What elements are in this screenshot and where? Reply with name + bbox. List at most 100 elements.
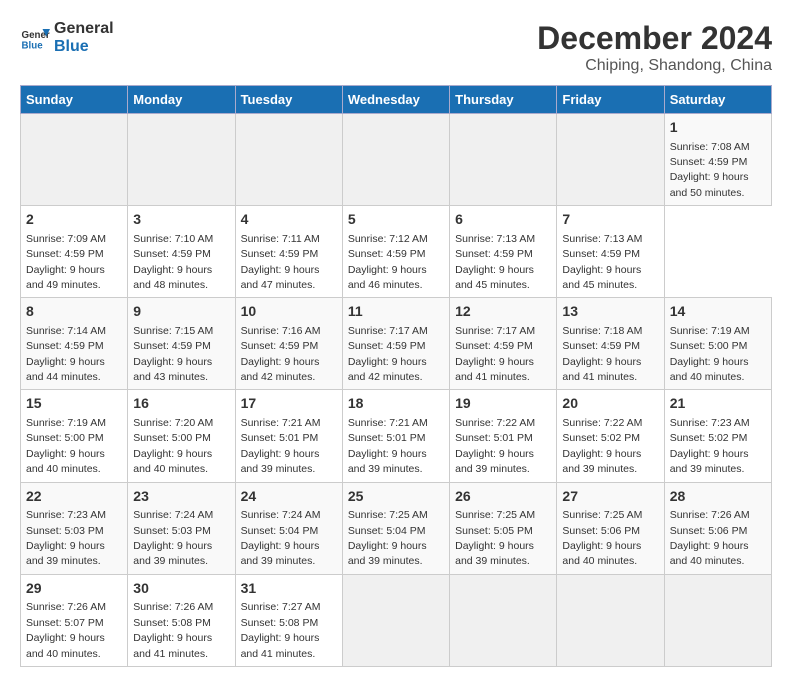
calendar-cell: 13 Sunrise: 7:18 AM Sunset: 4:59 PM Dayl… xyxy=(557,298,664,390)
calendar-week-row: 1 Sunrise: 7:08 AM Sunset: 4:59 PM Dayli… xyxy=(21,114,772,206)
calendar-cell xyxy=(128,114,235,206)
day-info: Sunrise: 7:12 AM Sunset: 4:59 PM Dayligh… xyxy=(348,233,428,291)
logo: General Blue General Blue xyxy=(20,20,114,56)
calendar-cell xyxy=(450,574,557,666)
day-info: Sunrise: 7:14 AM Sunset: 4:59 PM Dayligh… xyxy=(26,325,106,383)
calendar-week-row: 22 Sunrise: 7:23 AM Sunset: 5:03 PM Dayl… xyxy=(21,482,772,574)
day-number: 12 xyxy=(455,302,551,322)
day-number: 17 xyxy=(241,394,337,414)
day-number: 23 xyxy=(133,487,229,507)
day-info: Sunrise: 7:08 AM Sunset: 4:59 PM Dayligh… xyxy=(670,141,750,199)
calendar-cell: 25 Sunrise: 7:25 AM Sunset: 5:04 PM Dayl… xyxy=(342,482,449,574)
day-number: 31 xyxy=(241,579,337,599)
day-info: Sunrise: 7:19 AM Sunset: 5:00 PM Dayligh… xyxy=(26,417,106,475)
day-number: 1 xyxy=(670,118,766,138)
calendar-cell: 7 Sunrise: 7:13 AM Sunset: 4:59 PM Dayli… xyxy=(557,206,664,298)
day-number: 7 xyxy=(562,210,658,230)
calendar-week-row: 29 Sunrise: 7:26 AM Sunset: 5:07 PM Dayl… xyxy=(21,574,772,666)
location-title: Chiping, Shandong, China xyxy=(537,57,772,75)
calendar-cell: 19 Sunrise: 7:22 AM Sunset: 5:01 PM Dayl… xyxy=(450,390,557,482)
day-number: 4 xyxy=(241,210,337,230)
day-number: 20 xyxy=(562,394,658,414)
header-day-thursday: Thursday xyxy=(450,86,557,114)
day-info: Sunrise: 7:26 AM Sunset: 5:08 PM Dayligh… xyxy=(133,601,213,659)
day-number: 11 xyxy=(348,302,444,322)
calendar-cell: 14 Sunrise: 7:19 AM Sunset: 5:00 PM Dayl… xyxy=(664,298,771,390)
day-info: Sunrise: 7:25 AM Sunset: 5:04 PM Dayligh… xyxy=(348,509,428,567)
day-number: 18 xyxy=(348,394,444,414)
calendar-cell: 16 Sunrise: 7:20 AM Sunset: 5:00 PM Dayl… xyxy=(128,390,235,482)
day-info: Sunrise: 7:21 AM Sunset: 5:01 PM Dayligh… xyxy=(348,417,428,475)
calendar-cell: 22 Sunrise: 7:23 AM Sunset: 5:03 PM Dayl… xyxy=(21,482,128,574)
day-info: Sunrise: 7:22 AM Sunset: 5:02 PM Dayligh… xyxy=(562,417,642,475)
calendar-cell: 31 Sunrise: 7:27 AM Sunset: 5:08 PM Dayl… xyxy=(235,574,342,666)
day-number: 8 xyxy=(26,302,122,322)
calendar-cell: 2 Sunrise: 7:09 AM Sunset: 4:59 PM Dayli… xyxy=(21,206,128,298)
calendar-cell: 23 Sunrise: 7:24 AM Sunset: 5:03 PM Dayl… xyxy=(128,482,235,574)
day-info: Sunrise: 7:11 AM Sunset: 4:59 PM Dayligh… xyxy=(241,233,320,291)
calendar-cell xyxy=(557,574,664,666)
calendar-cell xyxy=(342,114,449,206)
calendar-cell: 29 Sunrise: 7:26 AM Sunset: 5:07 PM Dayl… xyxy=(21,574,128,666)
day-number: 2 xyxy=(26,210,122,230)
calendar-cell xyxy=(450,114,557,206)
day-info: Sunrise: 7:16 AM Sunset: 4:59 PM Dayligh… xyxy=(241,325,321,383)
day-info: Sunrise: 7:19 AM Sunset: 5:00 PM Dayligh… xyxy=(670,325,750,383)
day-number: 19 xyxy=(455,394,551,414)
calendar-cell: 4 Sunrise: 7:11 AM Sunset: 4:59 PM Dayli… xyxy=(235,206,342,298)
calendar-cell: 3 Sunrise: 7:10 AM Sunset: 4:59 PM Dayli… xyxy=(128,206,235,298)
day-info: Sunrise: 7:26 AM Sunset: 5:06 PM Dayligh… xyxy=(670,509,750,567)
day-info: Sunrise: 7:24 AM Sunset: 5:03 PM Dayligh… xyxy=(133,509,213,567)
day-number: 14 xyxy=(670,302,766,322)
calendar-week-row: 15 Sunrise: 7:19 AM Sunset: 5:00 PM Dayl… xyxy=(21,390,772,482)
header-day-friday: Friday xyxy=(557,86,664,114)
day-info: Sunrise: 7:25 AM Sunset: 5:05 PM Dayligh… xyxy=(455,509,535,567)
day-info: Sunrise: 7:24 AM Sunset: 5:04 PM Dayligh… xyxy=(241,509,321,567)
day-info: Sunrise: 7:26 AM Sunset: 5:07 PM Dayligh… xyxy=(26,601,106,659)
calendar-cell: 6 Sunrise: 7:13 AM Sunset: 4:59 PM Dayli… xyxy=(450,206,557,298)
day-number: 21 xyxy=(670,394,766,414)
calendar-cell: 11 Sunrise: 7:17 AM Sunset: 4:59 PM Dayl… xyxy=(342,298,449,390)
calendar-cell: 15 Sunrise: 7:19 AM Sunset: 5:00 PM Dayl… xyxy=(21,390,128,482)
day-info: Sunrise: 7:22 AM Sunset: 5:01 PM Dayligh… xyxy=(455,417,535,475)
svg-text:Blue: Blue xyxy=(22,41,44,52)
day-number: 22 xyxy=(26,487,122,507)
day-info: Sunrise: 7:17 AM Sunset: 4:59 PM Dayligh… xyxy=(455,325,535,383)
header: General Blue General Blue December 2024 … xyxy=(20,20,772,75)
day-number: 5 xyxy=(348,210,444,230)
day-number: 30 xyxy=(133,579,229,599)
day-number: 27 xyxy=(562,487,658,507)
calendar-cell: 5 Sunrise: 7:12 AM Sunset: 4:59 PM Dayli… xyxy=(342,206,449,298)
day-info: Sunrise: 7:20 AM Sunset: 5:00 PM Dayligh… xyxy=(133,417,213,475)
calendar-cell: 27 Sunrise: 7:25 AM Sunset: 5:06 PM Dayl… xyxy=(557,482,664,574)
day-number: 6 xyxy=(455,210,551,230)
day-info: Sunrise: 7:13 AM Sunset: 4:59 PM Dayligh… xyxy=(562,233,642,291)
day-number: 16 xyxy=(133,394,229,414)
calendar-cell: 17 Sunrise: 7:21 AM Sunset: 5:01 PM Dayl… xyxy=(235,390,342,482)
day-number: 13 xyxy=(562,302,658,322)
day-info: Sunrise: 7:10 AM Sunset: 4:59 PM Dayligh… xyxy=(133,233,213,291)
logo-icon: General Blue xyxy=(20,23,50,53)
header-day-monday: Monday xyxy=(128,86,235,114)
calendar-table: SundayMondayTuesdayWednesdayThursdayFrid… xyxy=(20,85,772,667)
day-number: 25 xyxy=(348,487,444,507)
calendar-cell xyxy=(21,114,128,206)
day-info: Sunrise: 7:23 AM Sunset: 5:02 PM Dayligh… xyxy=(670,417,750,475)
calendar-cell: 8 Sunrise: 7:14 AM Sunset: 4:59 PM Dayli… xyxy=(21,298,128,390)
day-number: 26 xyxy=(455,487,551,507)
calendar-cell: 21 Sunrise: 7:23 AM Sunset: 5:02 PM Dayl… xyxy=(664,390,771,482)
logo-text-line2: Blue xyxy=(54,38,114,56)
day-info: Sunrise: 7:17 AM Sunset: 4:59 PM Dayligh… xyxy=(348,325,428,383)
day-info: Sunrise: 7:09 AM Sunset: 4:59 PM Dayligh… xyxy=(26,233,106,291)
calendar-cell: 1 Sunrise: 7:08 AM Sunset: 4:59 PM Dayli… xyxy=(664,114,771,206)
calendar-cell: 10 Sunrise: 7:16 AM Sunset: 4:59 PM Dayl… xyxy=(235,298,342,390)
day-number: 24 xyxy=(241,487,337,507)
day-number: 9 xyxy=(133,302,229,322)
day-number: 3 xyxy=(133,210,229,230)
day-info: Sunrise: 7:18 AM Sunset: 4:59 PM Dayligh… xyxy=(562,325,642,383)
logo-text-line1: General xyxy=(54,20,114,38)
day-number: 15 xyxy=(26,394,122,414)
calendar-week-row: 8 Sunrise: 7:14 AM Sunset: 4:59 PM Dayli… xyxy=(21,298,772,390)
day-number: 10 xyxy=(241,302,337,322)
header-day-saturday: Saturday xyxy=(664,86,771,114)
